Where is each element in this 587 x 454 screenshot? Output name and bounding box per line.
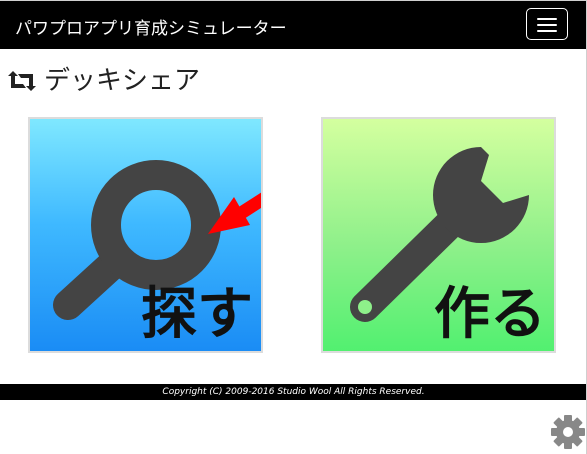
page-title: デッキシェア: [44, 66, 201, 96]
gear-icon[interactable]: [549, 411, 587, 454]
search-tile-button[interactable]: 探す: [28, 117, 263, 353]
hamburger-icon-line: [537, 30, 557, 32]
menu-toggle-button[interactable]: [526, 8, 568, 40]
footer-copyright: Copyright (C) 2009-2016 Studio Wool All …: [0, 384, 587, 400]
hamburger-icon-line: [537, 18, 557, 20]
make-label: 作る: [434, 282, 546, 347]
hamburger-icon-line: [537, 24, 557, 26]
make-tile-button[interactable]: 作る: [321, 117, 556, 353]
search-label: 探す: [141, 282, 253, 347]
navbar: パワプロアプリ育成シミュレーター: [0, 1, 587, 49]
retweet-icon: [8, 71, 36, 91]
brand-title[interactable]: パワプロアプリ育成シミュレーター: [15, 14, 287, 39]
